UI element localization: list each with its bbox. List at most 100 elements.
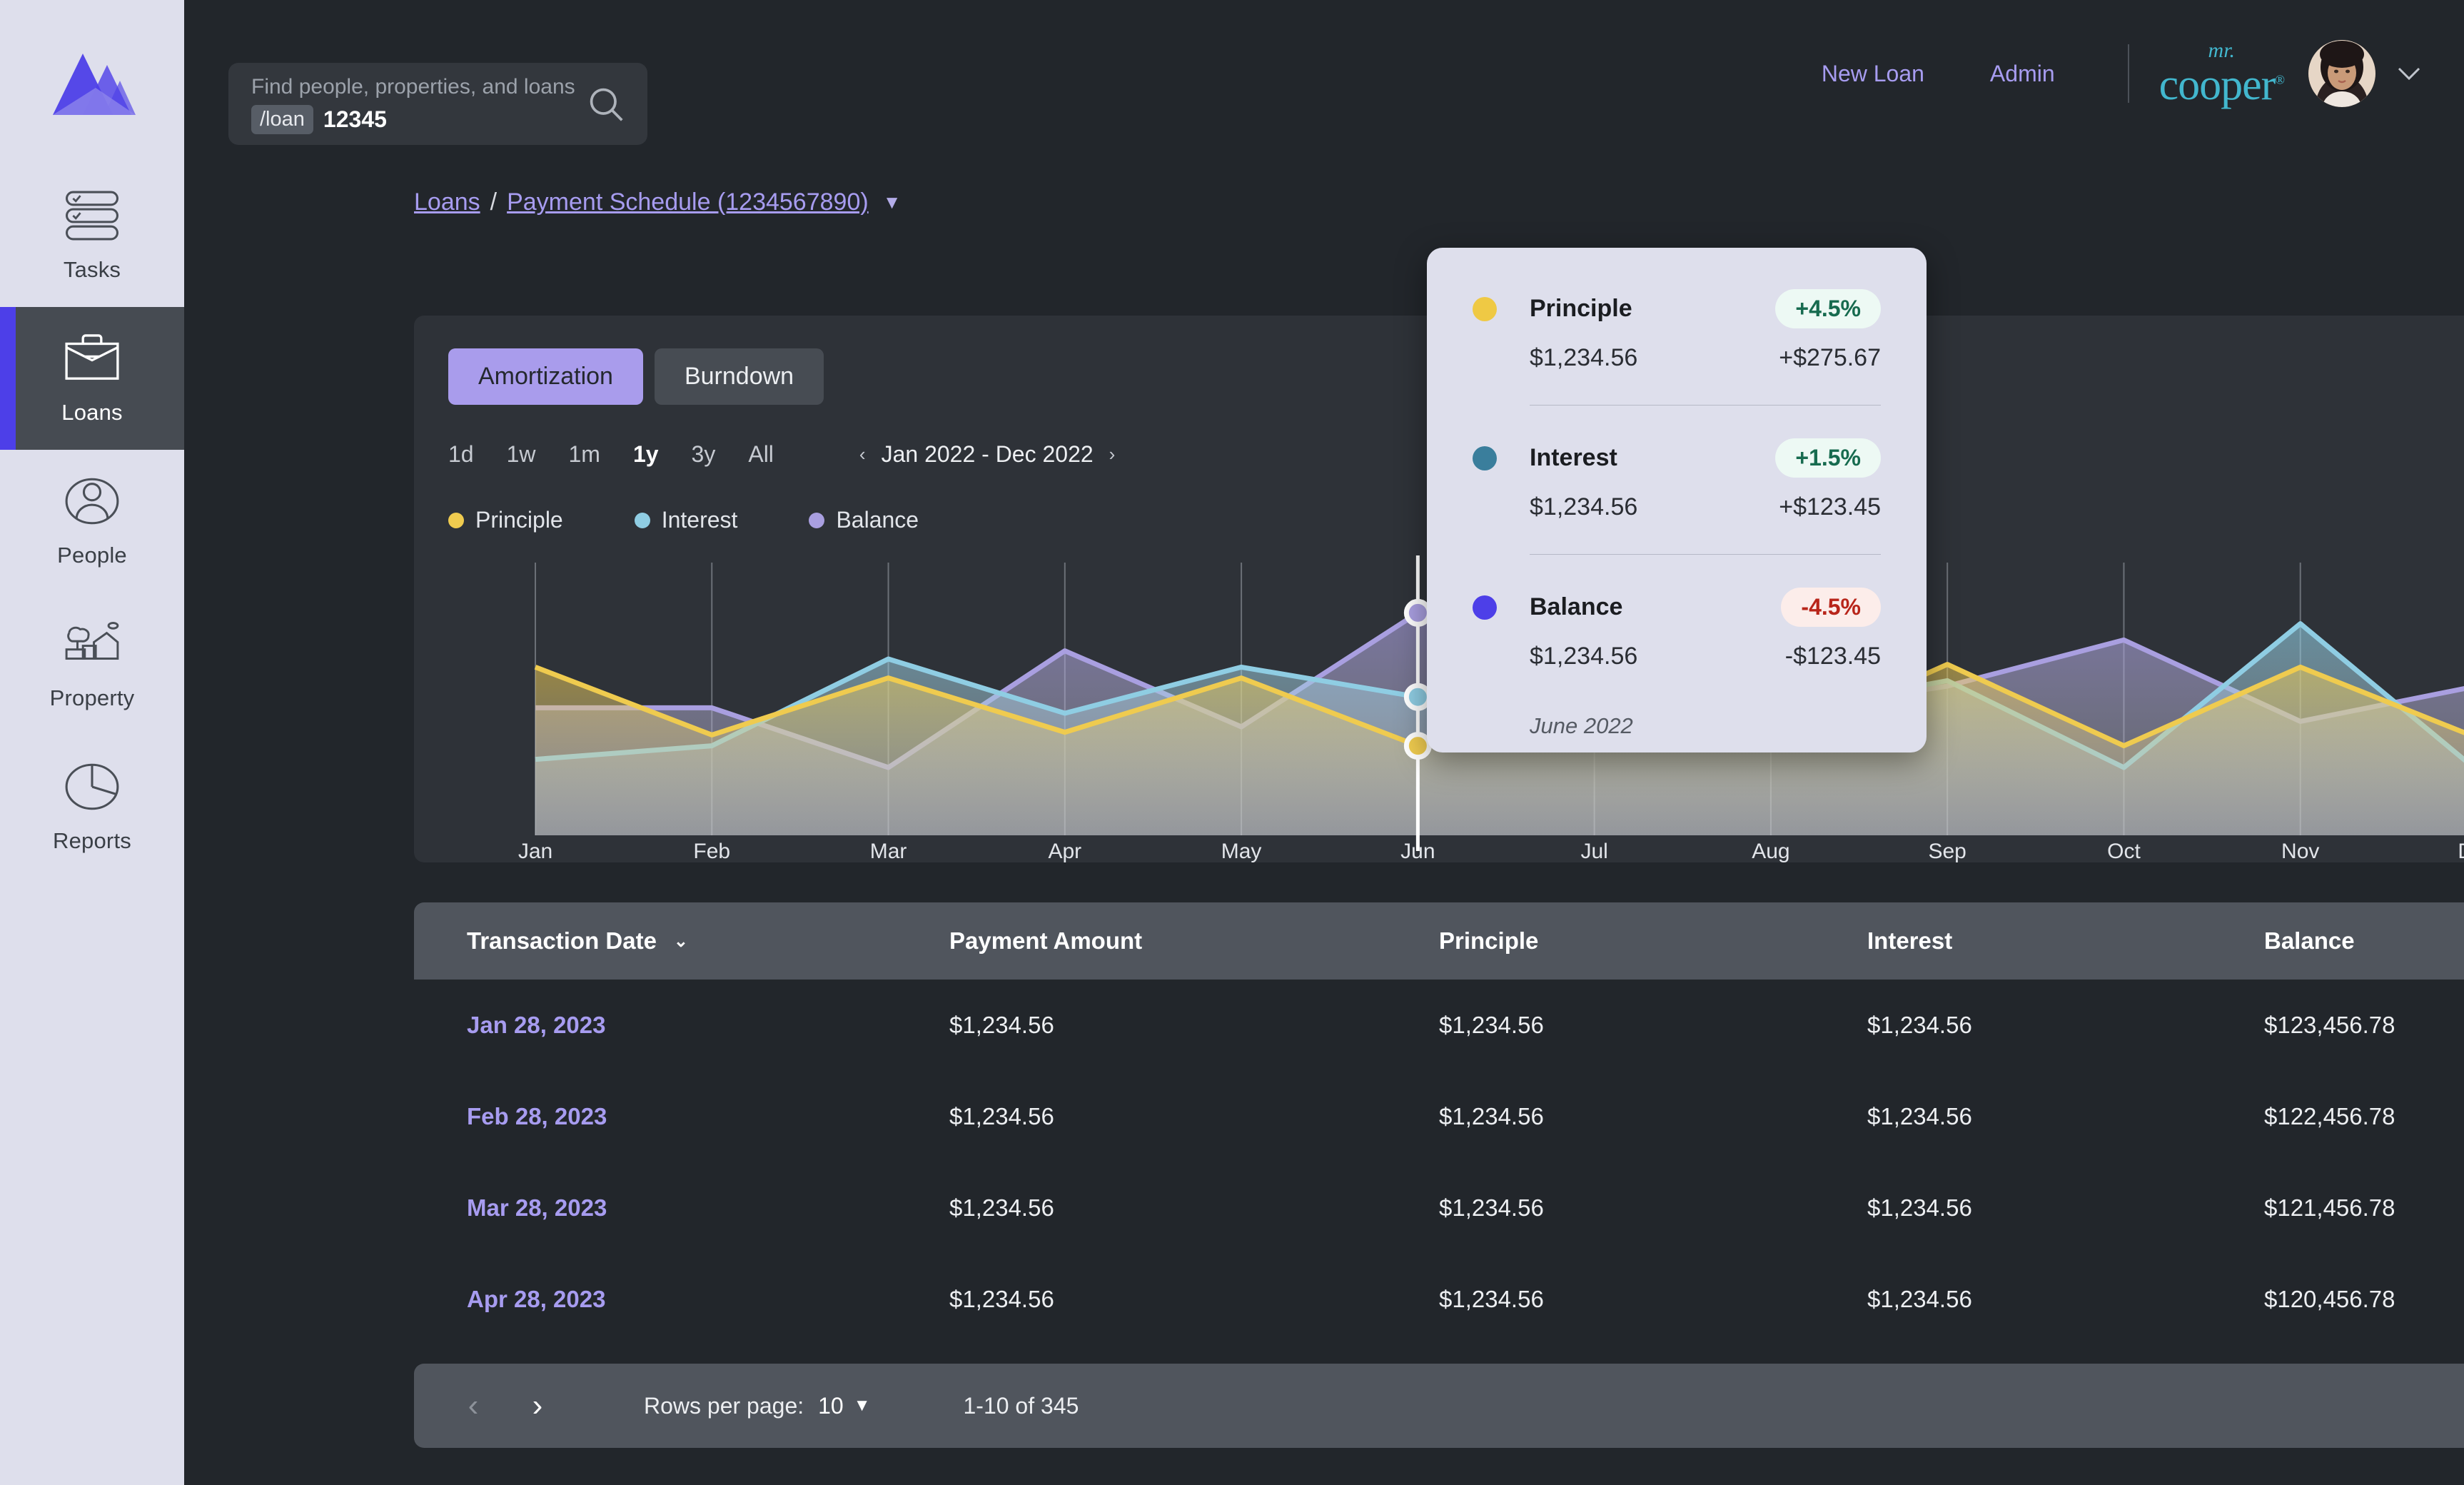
tooltip-row-balance: Balance -4.5% $1,234.56 -$123.45 <box>1473 588 1881 670</box>
x-axis-tick-label: Nov <box>2281 840 2319 862</box>
table-row[interactable]: Mar 28, 2023 $1,234.56 $1,234.56 $1,234.… <box>414 1162 2464 1254</box>
mountains-logo-icon <box>53 54 136 115</box>
sidebar-item-tasks[interactable]: Tasks <box>0 164 184 307</box>
column-header-balance[interactable]: Balance <box>2264 927 2464 955</box>
new-loan-link[interactable]: New Loan <box>1789 61 1957 87</box>
cell-transaction-date[interactable]: Jan 28, 2023 <box>414 1012 949 1039</box>
column-header-payment-amount[interactable]: Payment Amount <box>949 927 1439 955</box>
column-header-interest[interactable]: Interest <box>1867 927 2264 955</box>
table-row[interactable]: Jan 28, 2023 $1,234.56 $1,234.56 $1,234.… <box>414 980 2464 1071</box>
legend-dot-balance <box>809 512 825 528</box>
legend-item-principle[interactable]: Principle <box>448 507 563 533</box>
date-range-next-icon[interactable]: › <box>1109 443 1116 465</box>
date-range-label: Jan 2022 - Dec 2022 <box>881 441 1094 467</box>
search-scope-chip[interactable]: /loan <box>251 104 313 134</box>
admin-link[interactable]: Admin <box>1957 61 2088 87</box>
chart-hover-marker-balance <box>1403 598 1432 627</box>
brand-word: cooper <box>2158 61 2276 109</box>
cell-transaction-date[interactable]: Feb 28, 2023 <box>414 1103 949 1130</box>
cell-interest: $1,234.56 <box>1867 1286 1972 1312</box>
range-3y[interactable]: 3y <box>692 441 716 468</box>
cell-payment-amount: $1,234.56 <box>949 1012 1054 1038</box>
cell-transaction-date[interactable]: Apr 28, 2023 <box>414 1286 949 1313</box>
table-row[interactable]: Feb 28, 2023 $1,234.56 $1,234.56 $1,234.… <box>414 1071 2464 1162</box>
sidebar-item-property[interactable]: Property <box>0 593 184 735</box>
cell-interest: $1,234.56 <box>1867 1194 1972 1221</box>
range-1y[interactable]: 1y <box>633 441 659 468</box>
breadcrumb-current-link[interactable]: Payment Schedule (1234567890) <box>507 188 869 216</box>
main-content: Find people, properties, and loans /loan… <box>184 0 2464 1485</box>
sidebar-item-loans[interactable]: Loans <box>0 307 184 450</box>
range-1d[interactable]: 1d <box>448 441 474 468</box>
rows-per-page-select[interactable]: 10 <box>818 1393 844 1419</box>
chevron-down-icon[interactable] <box>2397 66 2421 81</box>
tooltip-name-balance: Balance <box>1530 593 1623 620</box>
cell-interest: $1,234.56 <box>1867 1012 1972 1038</box>
legend-item-balance[interactable]: Balance <box>809 507 919 533</box>
legend-label-principle: Principle <box>475 507 563 533</box>
legend-label-balance: Balance <box>836 507 919 533</box>
tooltip-row-principle: Principle +4.5% $1,234.56 +$275.67 <box>1473 289 1881 372</box>
search-value-row: /loan 12345 <box>251 104 587 134</box>
tooltip-row-header: Principle +4.5% <box>1473 289 1881 328</box>
x-axis-tick-label: Dec <box>2458 840 2464 862</box>
search-icon[interactable] <box>587 86 625 123</box>
tooltip-row-values: $1,234.56 +$123.45 <box>1473 493 1881 521</box>
next-page-button[interactable]: › <box>513 1381 562 1431</box>
range-all[interactable]: All <box>748 441 774 468</box>
tooltip-name-interest: Interest <box>1530 444 1617 471</box>
avatar[interactable] <box>2308 40 2375 107</box>
header-divider <box>2127 44 2129 103</box>
x-axis-tick-label: Apr <box>1048 840 1081 862</box>
cell-principle: $1,234.56 <box>1439 1194 1544 1221</box>
breadcrumb-dropdown-caret-icon[interactable]: ▼ <box>883 191 902 213</box>
brand-registered-mark: ® <box>2275 72 2285 87</box>
chart-hover-marker-interest <box>1403 683 1432 711</box>
previous-page-button[interactable]: ‹ <box>448 1381 498 1431</box>
range-1w[interactable]: 1w <box>507 441 536 468</box>
column-header-principle[interactable]: Principle <box>1439 927 1867 955</box>
sidebar-item-reports[interactable]: Reports <box>0 735 184 878</box>
time-range-selector: 1d 1w 1m 1y 3y All ‹ Jan 2022 - Dec 2022… <box>448 441 1115 468</box>
x-axis-tick-label: May <box>1221 840 1262 862</box>
cell-principle: $1,234.56 <box>1439 1103 1544 1129</box>
brand-logo: mr. cooper® <box>2158 39 2285 109</box>
sort-caret-icon[interactable]: ⌄ <box>674 931 688 952</box>
chart-tooltip: Principle +4.5% $1,234.56 +$275.67 Inter… <box>1427 248 1927 752</box>
tab-amortization[interactable]: Amortization <box>448 348 643 405</box>
sidebar-item-label: Reports <box>53 828 131 853</box>
table-pagination: ‹ › Rows per page: 10 ▼ 1-10 of 345 <box>414 1364 2464 1448</box>
date-range-nav: ‹ Jan 2022 - Dec 2022 › <box>859 441 1115 468</box>
tooltip-value-principle: $1,234.56 <box>1530 344 1638 371</box>
tooltip-row-values: $1,234.56 +$275.67 <box>1473 344 1881 372</box>
cell-transaction-date[interactable]: Mar 28, 2023 <box>414 1194 949 1222</box>
search-input[interactable]: Find people, properties, and loans /loan… <box>228 63 647 145</box>
cell-balance: $123,456.78 <box>2264 1012 2395 1038</box>
sidebar-item-label: People <box>57 543 127 568</box>
sidebar-item-label: Tasks <box>63 257 121 282</box>
tooltip-dot-principle <box>1473 296 1497 321</box>
legend-item-interest[interactable]: Interest <box>634 507 737 533</box>
date-range-prev-icon[interactable]: ‹ <box>859 443 866 465</box>
column-header-label: Transaction Date <box>467 927 657 954</box>
sidebar-item-label: Property <box>49 685 135 710</box>
pie-chart-icon <box>65 763 119 810</box>
app-logo[interactable] <box>0 0 184 164</box>
tooltip-divider <box>1530 554 1881 555</box>
range-1m[interactable]: 1m <box>569 441 600 468</box>
tooltip-pct-principle: +4.5% <box>1775 289 1881 328</box>
sidebar-item-people[interactable]: People <box>0 450 184 593</box>
column-header-transaction-date[interactable]: Transaction Date ⌄ <box>414 927 949 955</box>
tasks-icon <box>66 191 118 241</box>
briefcase-icon <box>65 334 119 380</box>
tooltip-divider <box>1530 405 1881 406</box>
table-row[interactable]: Apr 28, 2023 $1,234.56 $1,234.56 $1,234.… <box>414 1254 2464 1345</box>
tooltip-value-interest: $1,234.56 <box>1530 493 1638 520</box>
breadcrumb-loans-link[interactable]: Loans <box>414 188 480 216</box>
brand-line1: mr. <box>2208 39 2236 62</box>
tooltip-dot-balance <box>1473 595 1497 620</box>
rows-per-page-caret-icon[interactable]: ▼ <box>854 1396 871 1416</box>
cell-payment-amount: $1,234.56 <box>949 1103 1054 1129</box>
tab-burndown[interactable]: Burndown <box>654 348 824 405</box>
x-axis-tick-label: Jul <box>1580 840 1607 862</box>
